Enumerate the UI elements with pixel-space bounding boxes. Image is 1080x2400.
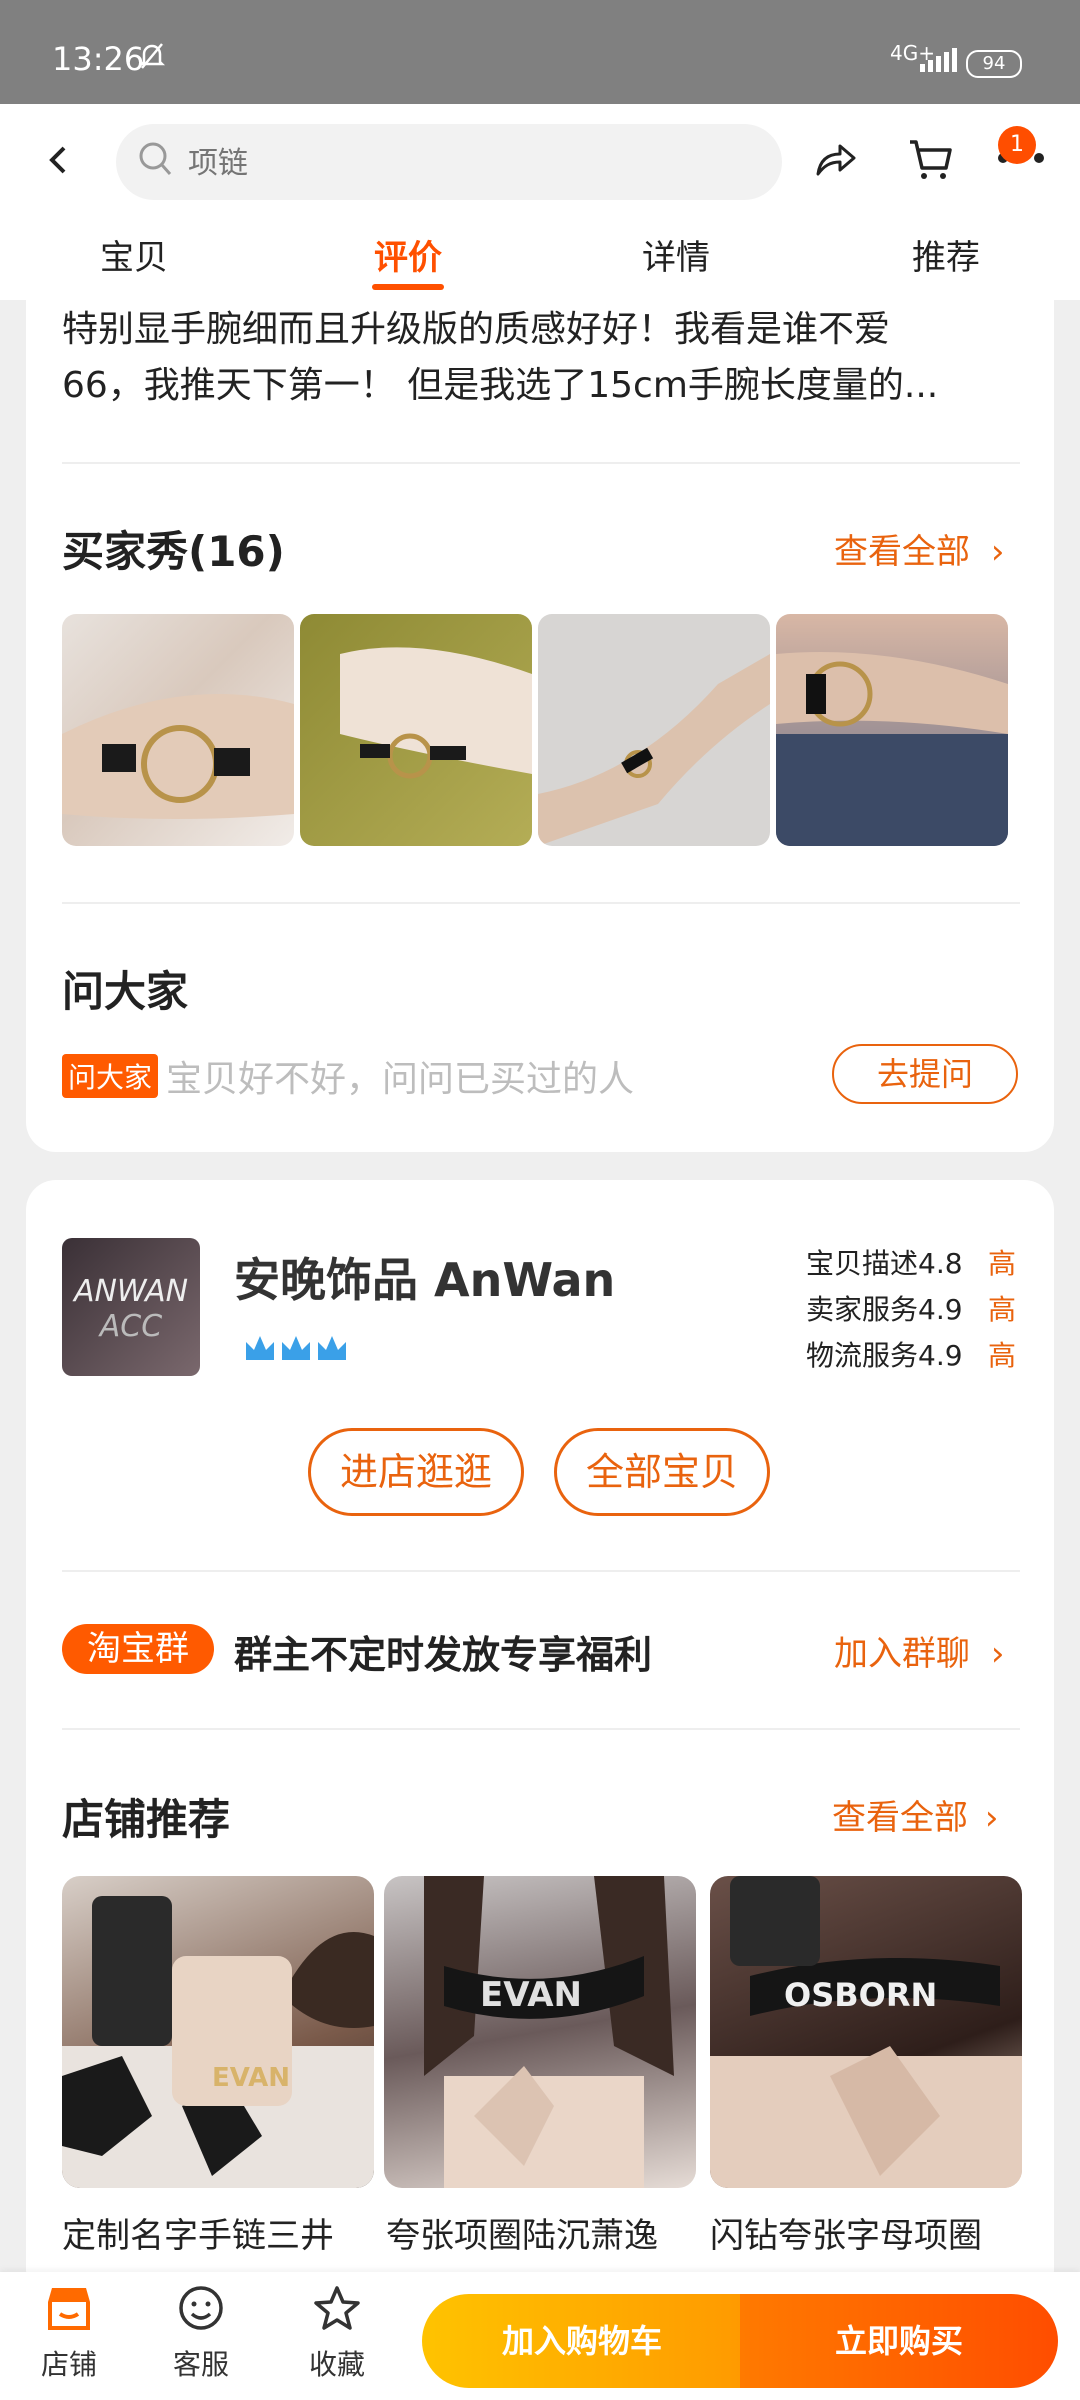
- tab-reviews[interactable]: 评价: [338, 230, 478, 279]
- shop-recommend-title: 店铺推荐: [62, 1795, 231, 1844]
- search-input[interactable]: [186, 124, 750, 202]
- status-time: 13:26: [52, 40, 145, 78]
- favorite-tab[interactable]: 收藏: [292, 2284, 382, 2383]
- star-icon: [310, 2286, 364, 2341]
- search-bar[interactable]: [116, 124, 782, 202]
- cart-icon[interactable]: [906, 134, 954, 188]
- chevron-right-icon: ›: [990, 532, 1005, 572]
- tab-bar: 宝贝 评价 详情 推荐: [0, 222, 1080, 300]
- customer-service-tab[interactable]: 客服: [156, 2284, 246, 2383]
- tab-item[interactable]: 宝贝: [64, 230, 204, 279]
- chevron-right-icon: ›: [990, 1634, 1005, 1674]
- ask-question-button[interactable]: 去提问: [832, 1044, 1018, 1104]
- view-all-label: 查看全部: [834, 532, 970, 572]
- divider: [62, 1728, 1020, 1730]
- product-card[interactable]: EVAN: [62, 1876, 374, 2188]
- rating-label: 卖家服务4.9: [806, 1293, 963, 1326]
- product-image-text: OSBORN: [784, 1976, 937, 2014]
- product-title[interactable]: 定制名字手链三井: [62, 2208, 374, 2257]
- back-icon[interactable]: [44, 140, 74, 191]
- rating-level: 高: [987, 1339, 1016, 1372]
- customer-service-label: 客服: [172, 2348, 229, 2381]
- rating-label: 宝贝描述4.8: [806, 1247, 963, 1280]
- battery-indicator: 94: [966, 50, 1022, 78]
- buyer-photo[interactable]: [538, 614, 770, 846]
- search-icon: [136, 138, 176, 186]
- buyer-show-view-all[interactable]: 查看全部 ›: [834, 524, 1004, 573]
- favorite-label: 收藏: [308, 2348, 365, 2381]
- buy-now-button[interactable]: 立即购买: [740, 2294, 1058, 2388]
- join-group-link[interactable]: 加入群聊 ›: [834, 1626, 1004, 1675]
- chevron-right-icon: ›: [984, 1798, 999, 1838]
- share-icon[interactable]: [812, 136, 858, 186]
- all-items-button[interactable]: 全部宝贝: [554, 1428, 770, 1516]
- enter-shop-button[interactable]: 进店逛逛: [308, 1428, 524, 1516]
- product-image-text: EVAN: [480, 1975, 582, 2015]
- shop-recommend-view-all[interactable]: 查看全部 ›: [832, 1790, 998, 1839]
- ask-title: 问大家: [62, 967, 189, 1016]
- rating-description: 宝贝描述4.8 高: [806, 1242, 1016, 1282]
- divider: [62, 902, 1020, 904]
- review-text-line: 特别显手腕细而且升级版的质感好好！我看是谁不爱: [62, 309, 891, 350]
- active-tab-indicator: [372, 284, 444, 290]
- rating-level: 高: [987, 1247, 1016, 1280]
- buyer-show-title: 买家秀(16): [62, 527, 285, 576]
- mute-bell-icon: [136, 40, 168, 80]
- shop-tab[interactable]: 店铺: [24, 2284, 114, 2383]
- divider: [62, 1570, 1020, 1572]
- status-bar: 13:26 4G+ 94: [0, 0, 1080, 104]
- buyer-photo[interactable]: [776, 614, 1008, 846]
- product-card[interactable]: EVAN: [384, 1876, 696, 2188]
- shop-tab-label: 店铺: [40, 2348, 97, 2381]
- buyer-photo[interactable]: [62, 614, 294, 846]
- review-text[interactable]: 特别显手腕细而且升级版的质感好好！我看是谁不爱 66，我推天下第一！ 但是我选了…: [62, 302, 1022, 414]
- cart-badge: 1: [998, 126, 1036, 164]
- tab-recommend[interactable]: 推荐: [876, 230, 1016, 279]
- product-card[interactable]: OSBORN: [710, 1876, 1022, 2188]
- crown-rating-icon: [242, 1330, 352, 1370]
- rating-service: 卖家服务4.9 高: [806, 1288, 1016, 1328]
- product-title[interactable]: 闪钻夸张字母项圈: [710, 2208, 1022, 2257]
- customer-service-icon: [174, 2286, 228, 2341]
- add-to-cart-button[interactable]: 加入购物车: [422, 2294, 742, 2388]
- product-title[interactable]: 夸张项圈陆沉萧逸: [386, 2208, 698, 2257]
- join-group-label: 加入群聊: [834, 1634, 970, 1674]
- review-text-line: 66，我推天下第一！ 但是我选了15cm手腕长度量的...: [62, 365, 939, 406]
- divider: [62, 462, 1020, 464]
- shop-logo-subtext: ACC: [99, 1309, 163, 1344]
- shop-icon: [42, 2288, 96, 2341]
- group-description: 群主不定时发放专享福利: [234, 1633, 653, 1677]
- shop-logo-text: ANWAN: [73, 1274, 189, 1309]
- taobao-group-tag: 淘宝群: [62, 1624, 214, 1674]
- bottom-action-bar: 店铺 客服 收藏 加入购物车 立即购买: [0, 2272, 1080, 2400]
- ask-tag: 问大家: [62, 1054, 159, 1098]
- view-all-label: 查看全部: [832, 1798, 968, 1838]
- tab-details[interactable]: 详情: [606, 230, 746, 279]
- shop-name[interactable]: 安晚饰品 AnWan: [234, 1244, 615, 1310]
- shop-logo[interactable]: ANWAN ACC: [62, 1238, 200, 1376]
- rating-level: 高: [987, 1293, 1016, 1326]
- rating-logistics: 物流服务4.9 高: [806, 1334, 1016, 1374]
- rating-label: 物流服务4.9: [806, 1339, 963, 1372]
- signal-icon: [920, 48, 960, 76]
- ask-prompt[interactable]: 宝贝好不好，问问已买过的人: [166, 1050, 634, 1102]
- product-image-text: EVAN: [212, 2063, 290, 2093]
- top-header: 1 宝贝 评价 详情 推荐: [0, 104, 1080, 300]
- buyer-photo[interactable]: [300, 614, 532, 846]
